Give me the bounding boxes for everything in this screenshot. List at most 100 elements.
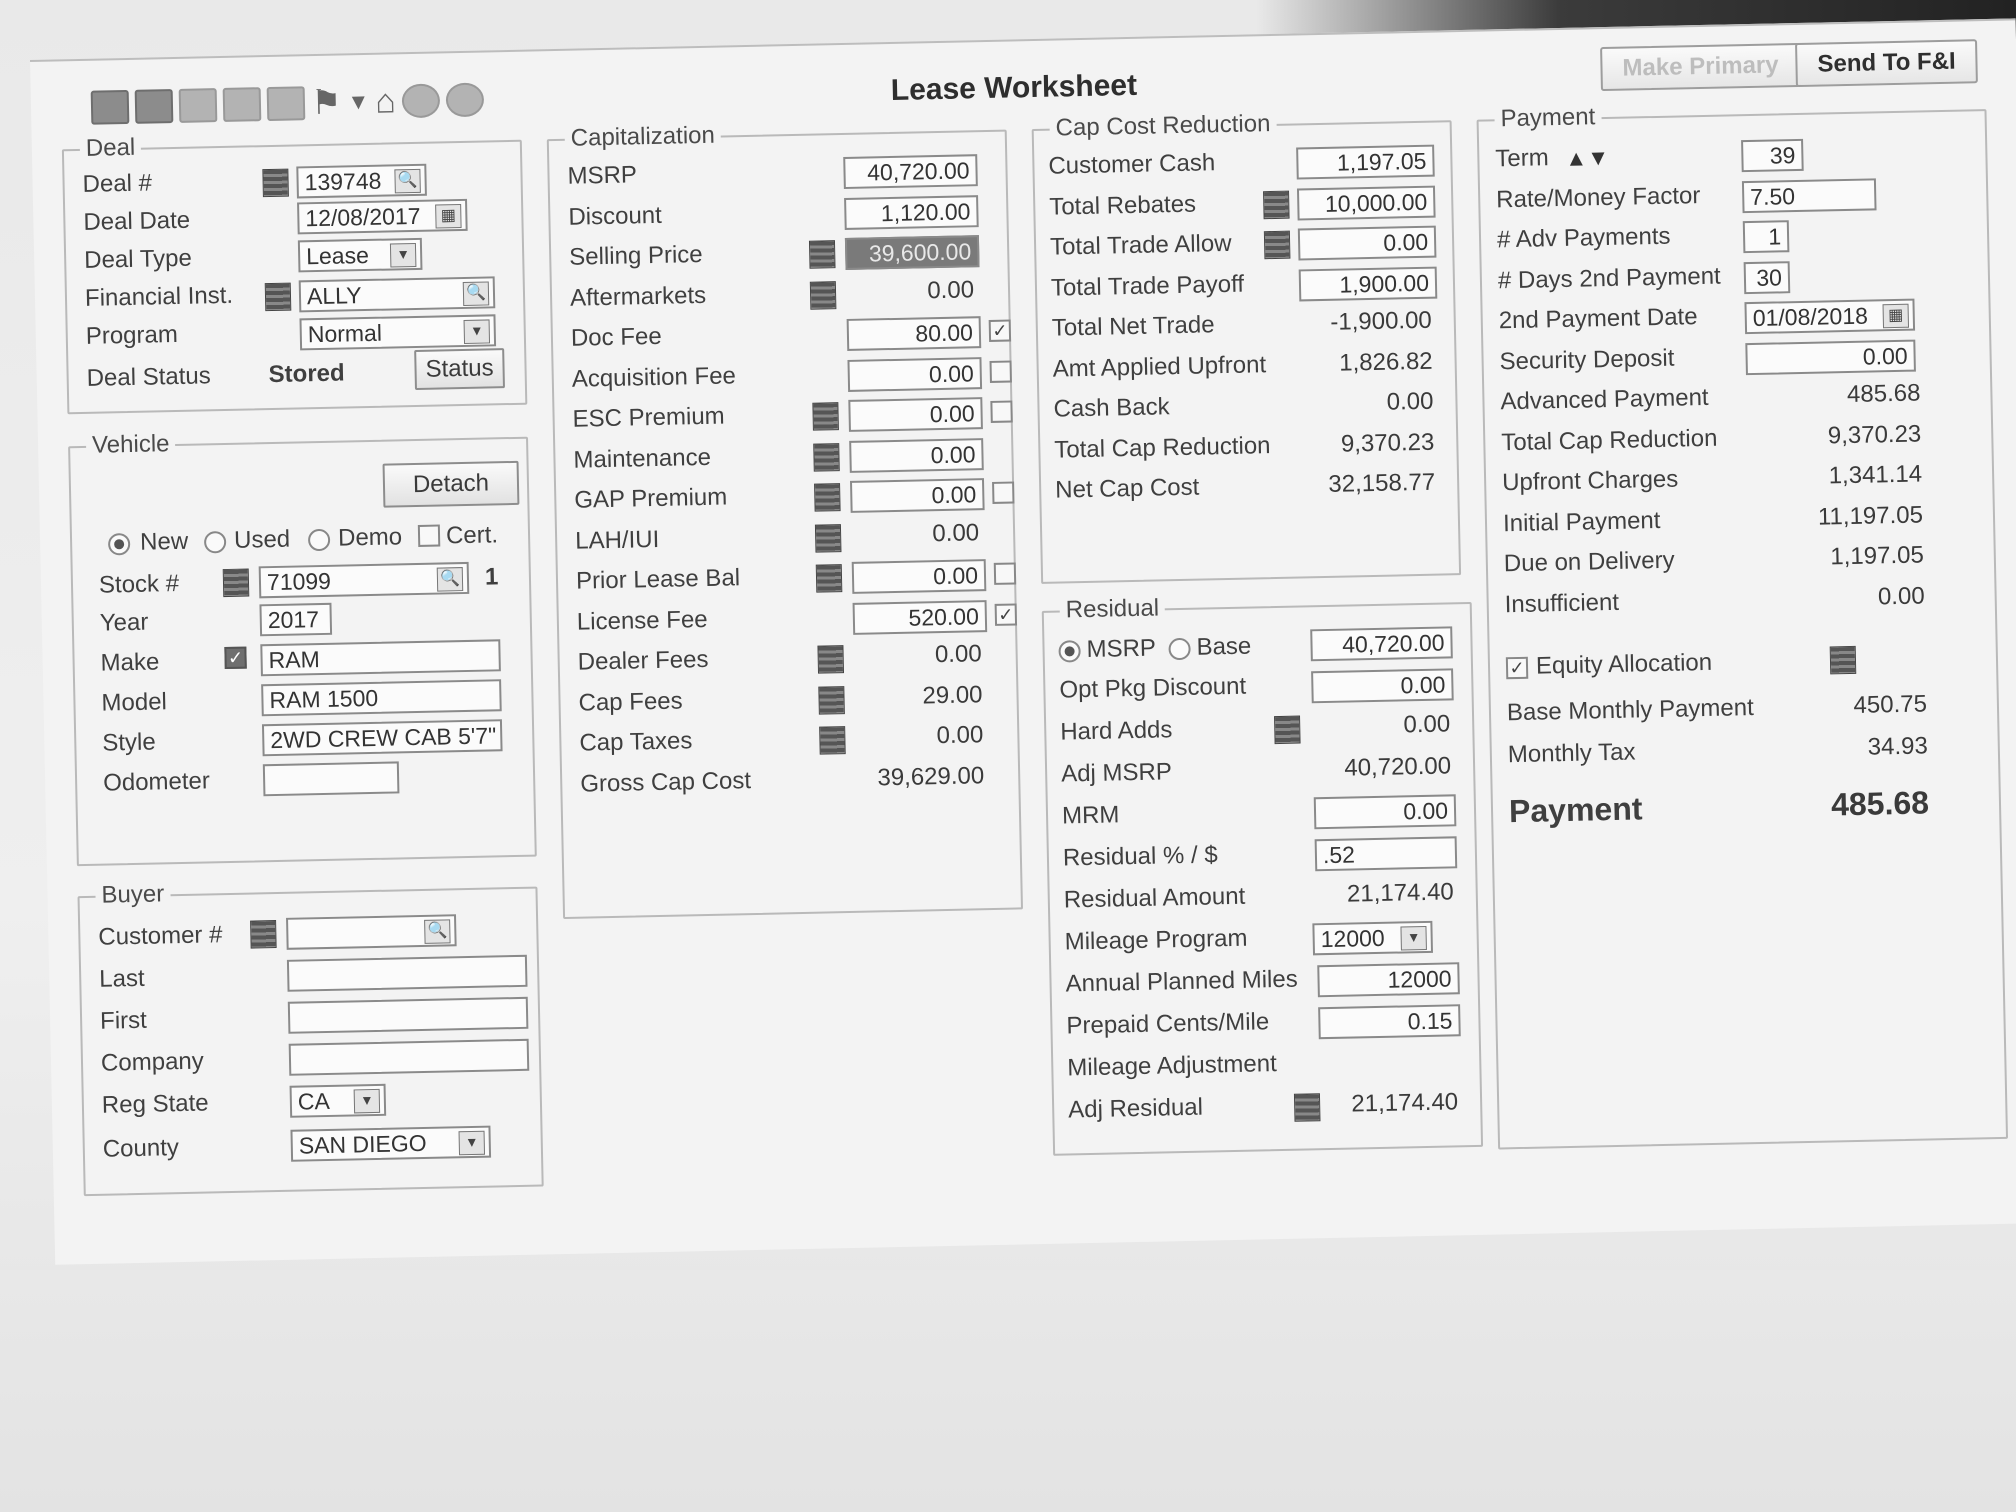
folder-icon[interactable] (134, 89, 174, 124)
capitalization-row-field[interactable]: 0.00 (848, 397, 983, 432)
search-icon[interactable]: 🔍 (394, 168, 421, 194)
county-select[interactable]: SAN DIEGO ▾ (290, 1125, 492, 1162)
capitalization-row-field[interactable]: 0.00 (849, 437, 984, 473)
stock-field[interactable]: 71099 🔍 (258, 561, 470, 599)
menu-icon[interactable] (262, 168, 289, 198)
financial-institution-field[interactable]: ALLY 🔍 (298, 276, 496, 313)
term-stepper-icon[interactable]: ▲▼ (1565, 145, 1609, 172)
menu-icon[interactable] (819, 726, 846, 755)
deal-date-field[interactable]: 12/08/2017 ▦ (297, 198, 468, 235)
search-icon[interactable]: 🔍 (424, 919, 451, 944)
company-field[interactable] (288, 1038, 530, 1076)
deal-icon[interactable] (90, 89, 130, 125)
send-to-fi-button[interactable]: Send To F&I (1795, 39, 1979, 88)
chevron-down-icon[interactable]: ▼ (347, 85, 369, 119)
payment-row-field[interactable]: 01/08/2018 ▦ (1744, 298, 1916, 335)
calendar-icon[interactable]: ▦ (435, 204, 462, 229)
menu-icon[interactable] (250, 920, 277, 949)
capitalization-row-checkbox[interactable] (993, 562, 1017, 585)
cap-reduction-row-field[interactable]: 0.00 (1297, 225, 1437, 261)
vehicle-icon[interactable] (178, 88, 218, 123)
capitalization-row-checkbox[interactable]: ✓ (994, 602, 1018, 626)
new-radio[interactable] (107, 533, 131, 556)
menu-icon[interactable] (1293, 1093, 1321, 1122)
base-radio[interactable] (1168, 637, 1191, 661)
capitalization-row-checkbox[interactable] (989, 360, 1012, 383)
capitalization-row-field[interactable]: 520.00 (852, 599, 988, 635)
menu-icon[interactable] (808, 240, 836, 269)
capitalization-row-field[interactable]: 1,120.00 (844, 194, 979, 230)
make-primary-button[interactable]: Make Primary (1600, 42, 1802, 92)
menu-icon[interactable] (264, 282, 292, 312)
chevron-down-icon[interactable]: ▾ (353, 1088, 381, 1114)
residual-row-field[interactable]: .52 (1314, 836, 1458, 872)
flag-icon[interactable]: ⚑ (311, 83, 342, 122)
calendar-icon[interactable] (266, 86, 306, 122)
capitalization-row-field[interactable]: 0.00 (851, 559, 987, 594)
chevron-down-icon[interactable]: ▾ (1400, 925, 1427, 951)
residual-base-field[interactable]: 40,720.00 (1310, 626, 1453, 662)
customer-number-field[interactable]: 🔍 (286, 914, 457, 950)
deal-number-field[interactable]: 139748 🔍 (296, 163, 427, 199)
cap-reduction-row-field[interactable]: 1,900.00 (1298, 266, 1438, 301)
model-field[interactable]: RAM 1500 (261, 679, 502, 717)
residual-row-field[interactable]: 12000 ▾ (1312, 920, 1434, 956)
menu-icon[interactable] (222, 568, 250, 598)
menu-icon[interactable] (1829, 645, 1857, 675)
menu-icon[interactable] (814, 523, 842, 553)
clipboard-icon[interactable] (222, 87, 262, 122)
first-name-field[interactable] (287, 996, 529, 1034)
menu-icon[interactable] (818, 685, 845, 715)
payment-row-field[interactable]: 0.00 (1745, 339, 1916, 375)
cap-reduction-row-field[interactable]: 10,000.00 (1296, 185, 1436, 220)
people-icon[interactable] (401, 83, 441, 119)
cert-checkbox[interactable] (417, 524, 441, 547)
capitalization-row-field[interactable]: 0.00 (847, 356, 983, 392)
home-icon[interactable]: ⌂ (375, 82, 396, 120)
chevron-down-icon[interactable]: ▾ (389, 242, 417, 268)
menu-icon[interactable] (1263, 230, 1291, 260)
payment-row-field[interactable]: 7.50 (1741, 177, 1877, 213)
program-select[interactable]: Normal ▾ (299, 314, 497, 351)
msrp-radio[interactable] (1058, 640, 1081, 663)
cap-reduction-row-field[interactable]: 1,197.05 (1296, 144, 1435, 180)
capitalization-row-checkbox[interactable] (992, 481, 1015, 504)
payment-row-field[interactable]: 30 (1743, 260, 1791, 294)
residual-row-field[interactable]: 12000 (1317, 962, 1460, 998)
payment-row-field[interactable]: 1 (1742, 220, 1790, 254)
detach-button[interactable]: Detach (382, 460, 520, 508)
style-field[interactable]: 2WD CREW CAB 5'7" (261, 719, 503, 757)
menu-icon[interactable] (814, 483, 841, 512)
capitalization-row-checkbox[interactable] (990, 400, 1013, 423)
last-name-field[interactable] (286, 954, 528, 992)
make-checkbox[interactable]: ✓ (224, 646, 247, 670)
residual-row-field[interactable]: 0.00 (1313, 794, 1457, 830)
used-radio[interactable] (203, 531, 227, 554)
search-icon[interactable]: 🔍 (462, 281, 490, 306)
status-button[interactable]: Status (414, 348, 505, 391)
globe-icon[interactable] (445, 82, 485, 118)
chevron-down-icon[interactable]: ▾ (458, 1130, 486, 1156)
deal-type-select[interactable]: Lease ▾ (297, 237, 423, 273)
capitalization-row-field[interactable]: 0.00 (849, 478, 985, 513)
capitalization-row-field[interactable]: 40,720.00 (843, 154, 978, 189)
demo-radio[interactable] (307, 528, 331, 552)
capitalization-row-field[interactable]: 80.00 (846, 316, 982, 351)
odometer-field[interactable] (262, 761, 400, 797)
residual-row-field[interactable]: 0.15 (1318, 1004, 1461, 1040)
payment-row-field[interactable]: 39 (1741, 138, 1804, 173)
chevron-down-icon[interactable]: ▾ (463, 319, 491, 344)
year-field[interactable]: 2017 (259, 602, 333, 637)
search-icon[interactable]: 🔍 (436, 567, 464, 592)
make-field[interactable]: RAM (260, 639, 501, 677)
menu-icon[interactable] (812, 402, 839, 431)
equity-allocation-checkbox[interactable]: ✓ (1505, 656, 1529, 680)
menu-icon[interactable] (815, 564, 843, 593)
menu-icon[interactable] (809, 280, 837, 310)
menu-icon[interactable] (1274, 715, 1301, 745)
menu-icon[interactable] (813, 442, 840, 472)
capitalization-row-checkbox[interactable]: ✓ (988, 319, 1012, 342)
menu-icon[interactable] (1263, 190, 1290, 219)
reg-state-select[interactable]: CA ▾ (289, 1083, 387, 1118)
calendar-icon[interactable]: ▦ (1882, 303, 1910, 329)
